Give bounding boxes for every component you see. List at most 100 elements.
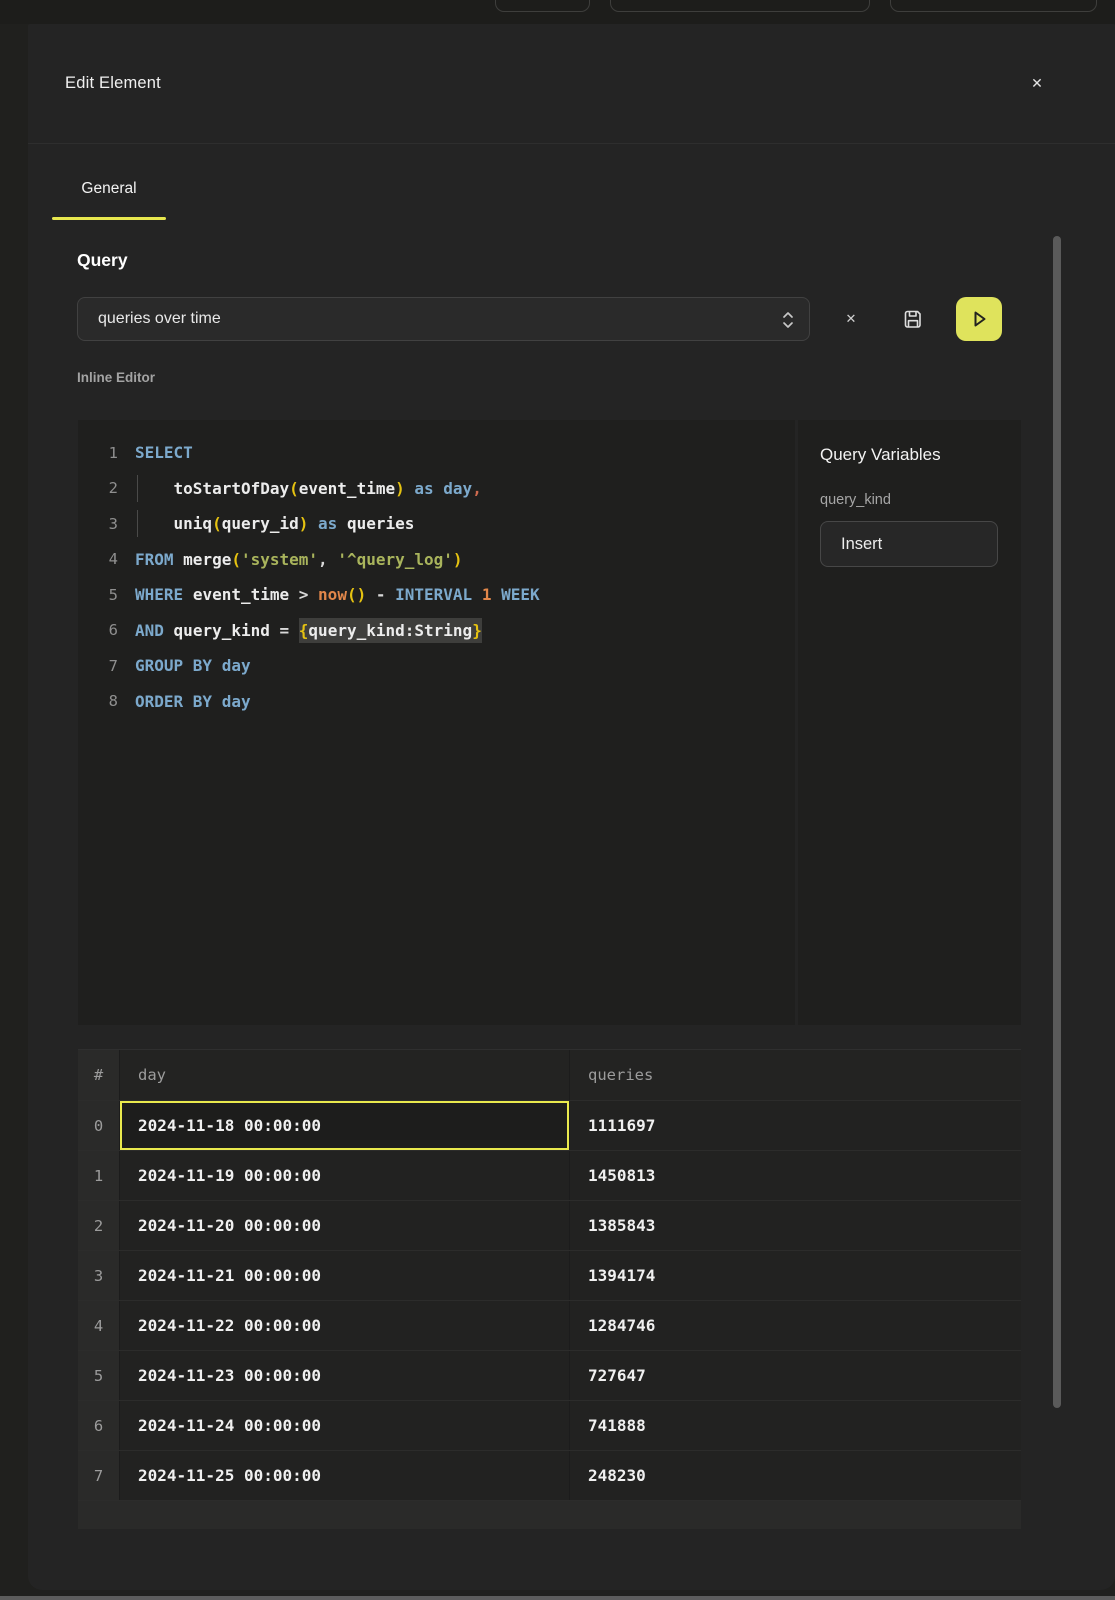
code-line[interactable]: 6AND query_kind = {query_kind:String}: [78, 613, 795, 649]
table-row[interactable]: 02024-11-18 00:00:001111697: [78, 1101, 1021, 1151]
code-token: [405, 479, 415, 498]
table-row[interactable]: 32024-11-21 00:00:001394174: [78, 1251, 1021, 1301]
code-token: as: [318, 514, 337, 533]
play-icon: [968, 308, 990, 330]
code-token: SELECT: [135, 443, 193, 462]
code-token: (: [212, 514, 222, 533]
run-query-button[interactable]: [956, 297, 1002, 341]
clear-query-button[interactable]: ✕: [839, 307, 863, 331]
cell-day[interactable]: 2024-11-25 00:00:00: [120, 1451, 570, 1500]
cell-day[interactable]: 2024-11-24 00:00:00: [120, 1401, 570, 1450]
code-token: '^query_log': [337, 550, 453, 569]
cell-index: 7: [78, 1451, 120, 1500]
code-line[interactable]: 4FROM merge('system', '^query_log'): [78, 542, 795, 578]
header-cell-day: day: [120, 1050, 570, 1100]
background-toolbar-button[interactable]: [890, 0, 1097, 12]
cell-index: 0: [78, 1101, 120, 1150]
cell-index: 6: [78, 1401, 120, 1450]
table-row[interactable]: 22024-11-20 00:00:001385843: [78, 1201, 1021, 1251]
results-table-header: # day queries: [78, 1049, 1021, 1101]
line-number: 3: [78, 515, 135, 533]
variable-name-label: query_kind: [820, 492, 999, 508]
tab-active-underline: [52, 217, 166, 220]
cell-day[interactable]: 2024-11-22 00:00:00: [120, 1301, 570, 1350]
code-token: day: [443, 479, 472, 498]
cell-day[interactable]: 2024-11-23 00:00:00: [120, 1351, 570, 1400]
code-token: event_time: [193, 585, 289, 604]
header-divider: [28, 143, 1115, 144]
cell-day[interactable]: 2024-11-21 00:00:00: [120, 1251, 570, 1300]
code-token: AND: [135, 621, 164, 640]
code-lines: 1SELECT2 toStartOfDay(event_time) as day…: [78, 420, 795, 719]
cell-day-selected[interactable]: 2024-11-18 00:00:00: [120, 1101, 570, 1150]
insert-variable-button-label: Insert: [821, 535, 882, 554]
code-line[interactable]: 1SELECT: [78, 435, 795, 471]
query-select[interactable]: queries over time: [77, 297, 810, 341]
cell-queries[interactable]: 1450813: [570, 1151, 1021, 1200]
query-variables-panel: Query Variables query_kind Insert: [798, 420, 1021, 1025]
cell-queries[interactable]: 1394174: [570, 1251, 1021, 1300]
code-token: merge: [183, 550, 231, 569]
code-token: WHERE: [135, 585, 183, 604]
code-text: toStartOfDay(event_time) as day,: [135, 479, 482, 498]
line-number: 8: [78, 692, 135, 710]
code-line[interactable]: 8ORDER BY day: [78, 684, 795, 720]
cell-index: 4: [78, 1301, 120, 1350]
cell-queries[interactable]: 741888: [570, 1401, 1021, 1450]
close-icon[interactable]: ✕: [1023, 69, 1051, 97]
table-row[interactable]: 12024-11-19 00:00:001450813: [78, 1151, 1021, 1201]
table-row[interactable]: 62024-11-24 00:00:00741888: [78, 1401, 1021, 1451]
line-number: 4: [78, 550, 135, 568]
modal-title: Edit Element: [65, 74, 161, 93]
code-text: uniq(query_id) as queries: [135, 514, 414, 533]
query-variables-title: Query Variables: [820, 445, 999, 465]
cell-queries[interactable]: 1385843: [570, 1201, 1021, 1250]
code-token: toStartOfDay: [174, 479, 290, 498]
background-toolbar-button[interactable]: [495, 0, 590, 12]
cell-queries[interactable]: 248230: [570, 1451, 1021, 1500]
query-section-heading: Query: [77, 250, 128, 271]
code-token: [434, 479, 444, 498]
modal-scrollbar[interactable]: [1053, 236, 1061, 1408]
code-line[interactable]: 5WHERE event_time > now() - INTERVAL 1 W…: [78, 577, 795, 613]
sql-code-editor[interactable]: 1SELECT2 toStartOfDay(event_time) as day…: [78, 420, 795, 1025]
code-line[interactable]: 3 uniq(query_id) as queries: [78, 506, 795, 542]
tab-general[interactable]: General: [52, 164, 166, 220]
code-token: ,: [318, 550, 337, 569]
line-number: 1: [78, 444, 135, 462]
line-number: 5: [78, 586, 135, 604]
cell-queries[interactable]: 727647: [570, 1351, 1021, 1400]
table-row[interactable]: 42024-11-22 00:00:001284746: [78, 1301, 1021, 1351]
cell-queries[interactable]: 1111697: [570, 1101, 1021, 1150]
table-body: 02024-11-18 00:00:00111169712024-11-19 0…: [78, 1101, 1021, 1501]
code-line[interactable]: 7GROUP BY day: [78, 648, 795, 684]
code-token: queries: [347, 514, 414, 533]
background-toolbar-button[interactable]: [610, 0, 870, 12]
insert-variable-button[interactable]: Insert: [820, 521, 998, 567]
table-row[interactable]: 52024-11-23 00:00:00727647: [78, 1351, 1021, 1401]
code-token: (): [347, 585, 366, 604]
code-token: [174, 550, 184, 569]
cell-index: 3: [78, 1251, 120, 1300]
code-token: ): [453, 550, 463, 569]
code-token: query_kind: [174, 621, 270, 640]
cell-index: 1: [78, 1151, 120, 1200]
save-query-button[interactable]: [898, 304, 928, 334]
line-number: 7: [78, 657, 135, 675]
results-table-footer: [78, 1501, 1021, 1529]
code-token: [491, 585, 501, 604]
code-text: AND query_kind = {query_kind:String}: [135, 621, 482, 640]
cell-queries[interactable]: 1284746: [570, 1301, 1021, 1350]
code-token: INTERVAL: [395, 585, 472, 604]
cell-day[interactable]: 2024-11-20 00:00:00: [120, 1201, 570, 1250]
edit-element-modal: Edit Element ✕ General Query queries ove…: [28, 24, 1115, 1590]
table-row[interactable]: 72024-11-25 00:00:00248230: [78, 1451, 1021, 1501]
code-line[interactable]: 2 toStartOfDay(event_time) as day,: [78, 471, 795, 507]
code-text: ORDER BY day: [135, 692, 251, 711]
code-token: WEEK: [501, 585, 540, 604]
code-token: query_id: [222, 514, 299, 533]
code-text: SELECT: [135, 443, 193, 462]
cell-day[interactable]: 2024-11-19 00:00:00: [120, 1151, 570, 1200]
line-number: 2: [78, 479, 135, 497]
code-token: }: [472, 618, 482, 643]
